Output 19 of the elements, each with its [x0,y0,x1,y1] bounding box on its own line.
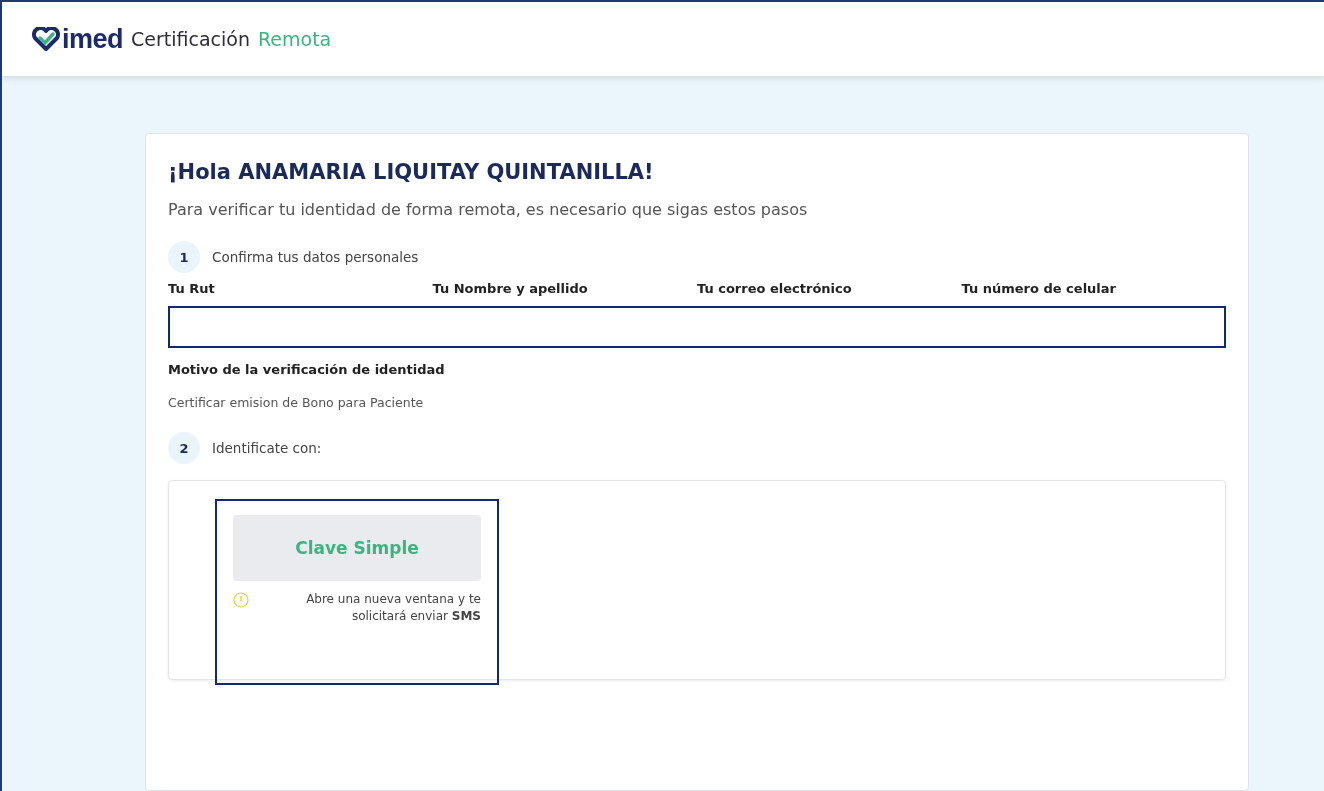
clave-simple-button[interactable]: Clave Simple [233,515,481,581]
step-label: Confirma tus datos personales [212,249,419,265]
intro-text: Para verificar tu identidad de forma remota, es necesario que sigas estos pasos [168,200,809,219]
column-label: Tu Rut [168,281,216,296]
step-number: 1 [168,241,200,273]
greeting-heading: ¡Hola ANAMARIA LIQUITAY QUINTANILLA! [168,160,655,184]
warning-icon [233,592,249,608]
logo-text: imed [62,23,124,55]
option-note: Abre una nueva ventana y te solicitará enviar SMS [305,591,481,626]
step-number: 2 [168,432,200,464]
column-label: Tu Nombre y apellido [432,281,589,296]
app-title-accent: Remota [258,28,332,50]
heart-check-icon [32,27,60,51]
column-label: Tu número de celular [961,281,1117,296]
column-label: Tu correo electrónico [697,281,853,296]
reason-value: Certificar emision de Bono para Paciente [168,395,425,410]
reason-label: Motivo de la verificación de identidad [168,362,446,377]
app-title: Certificación [131,28,250,50]
step-label: Identificate con: [212,440,322,456]
